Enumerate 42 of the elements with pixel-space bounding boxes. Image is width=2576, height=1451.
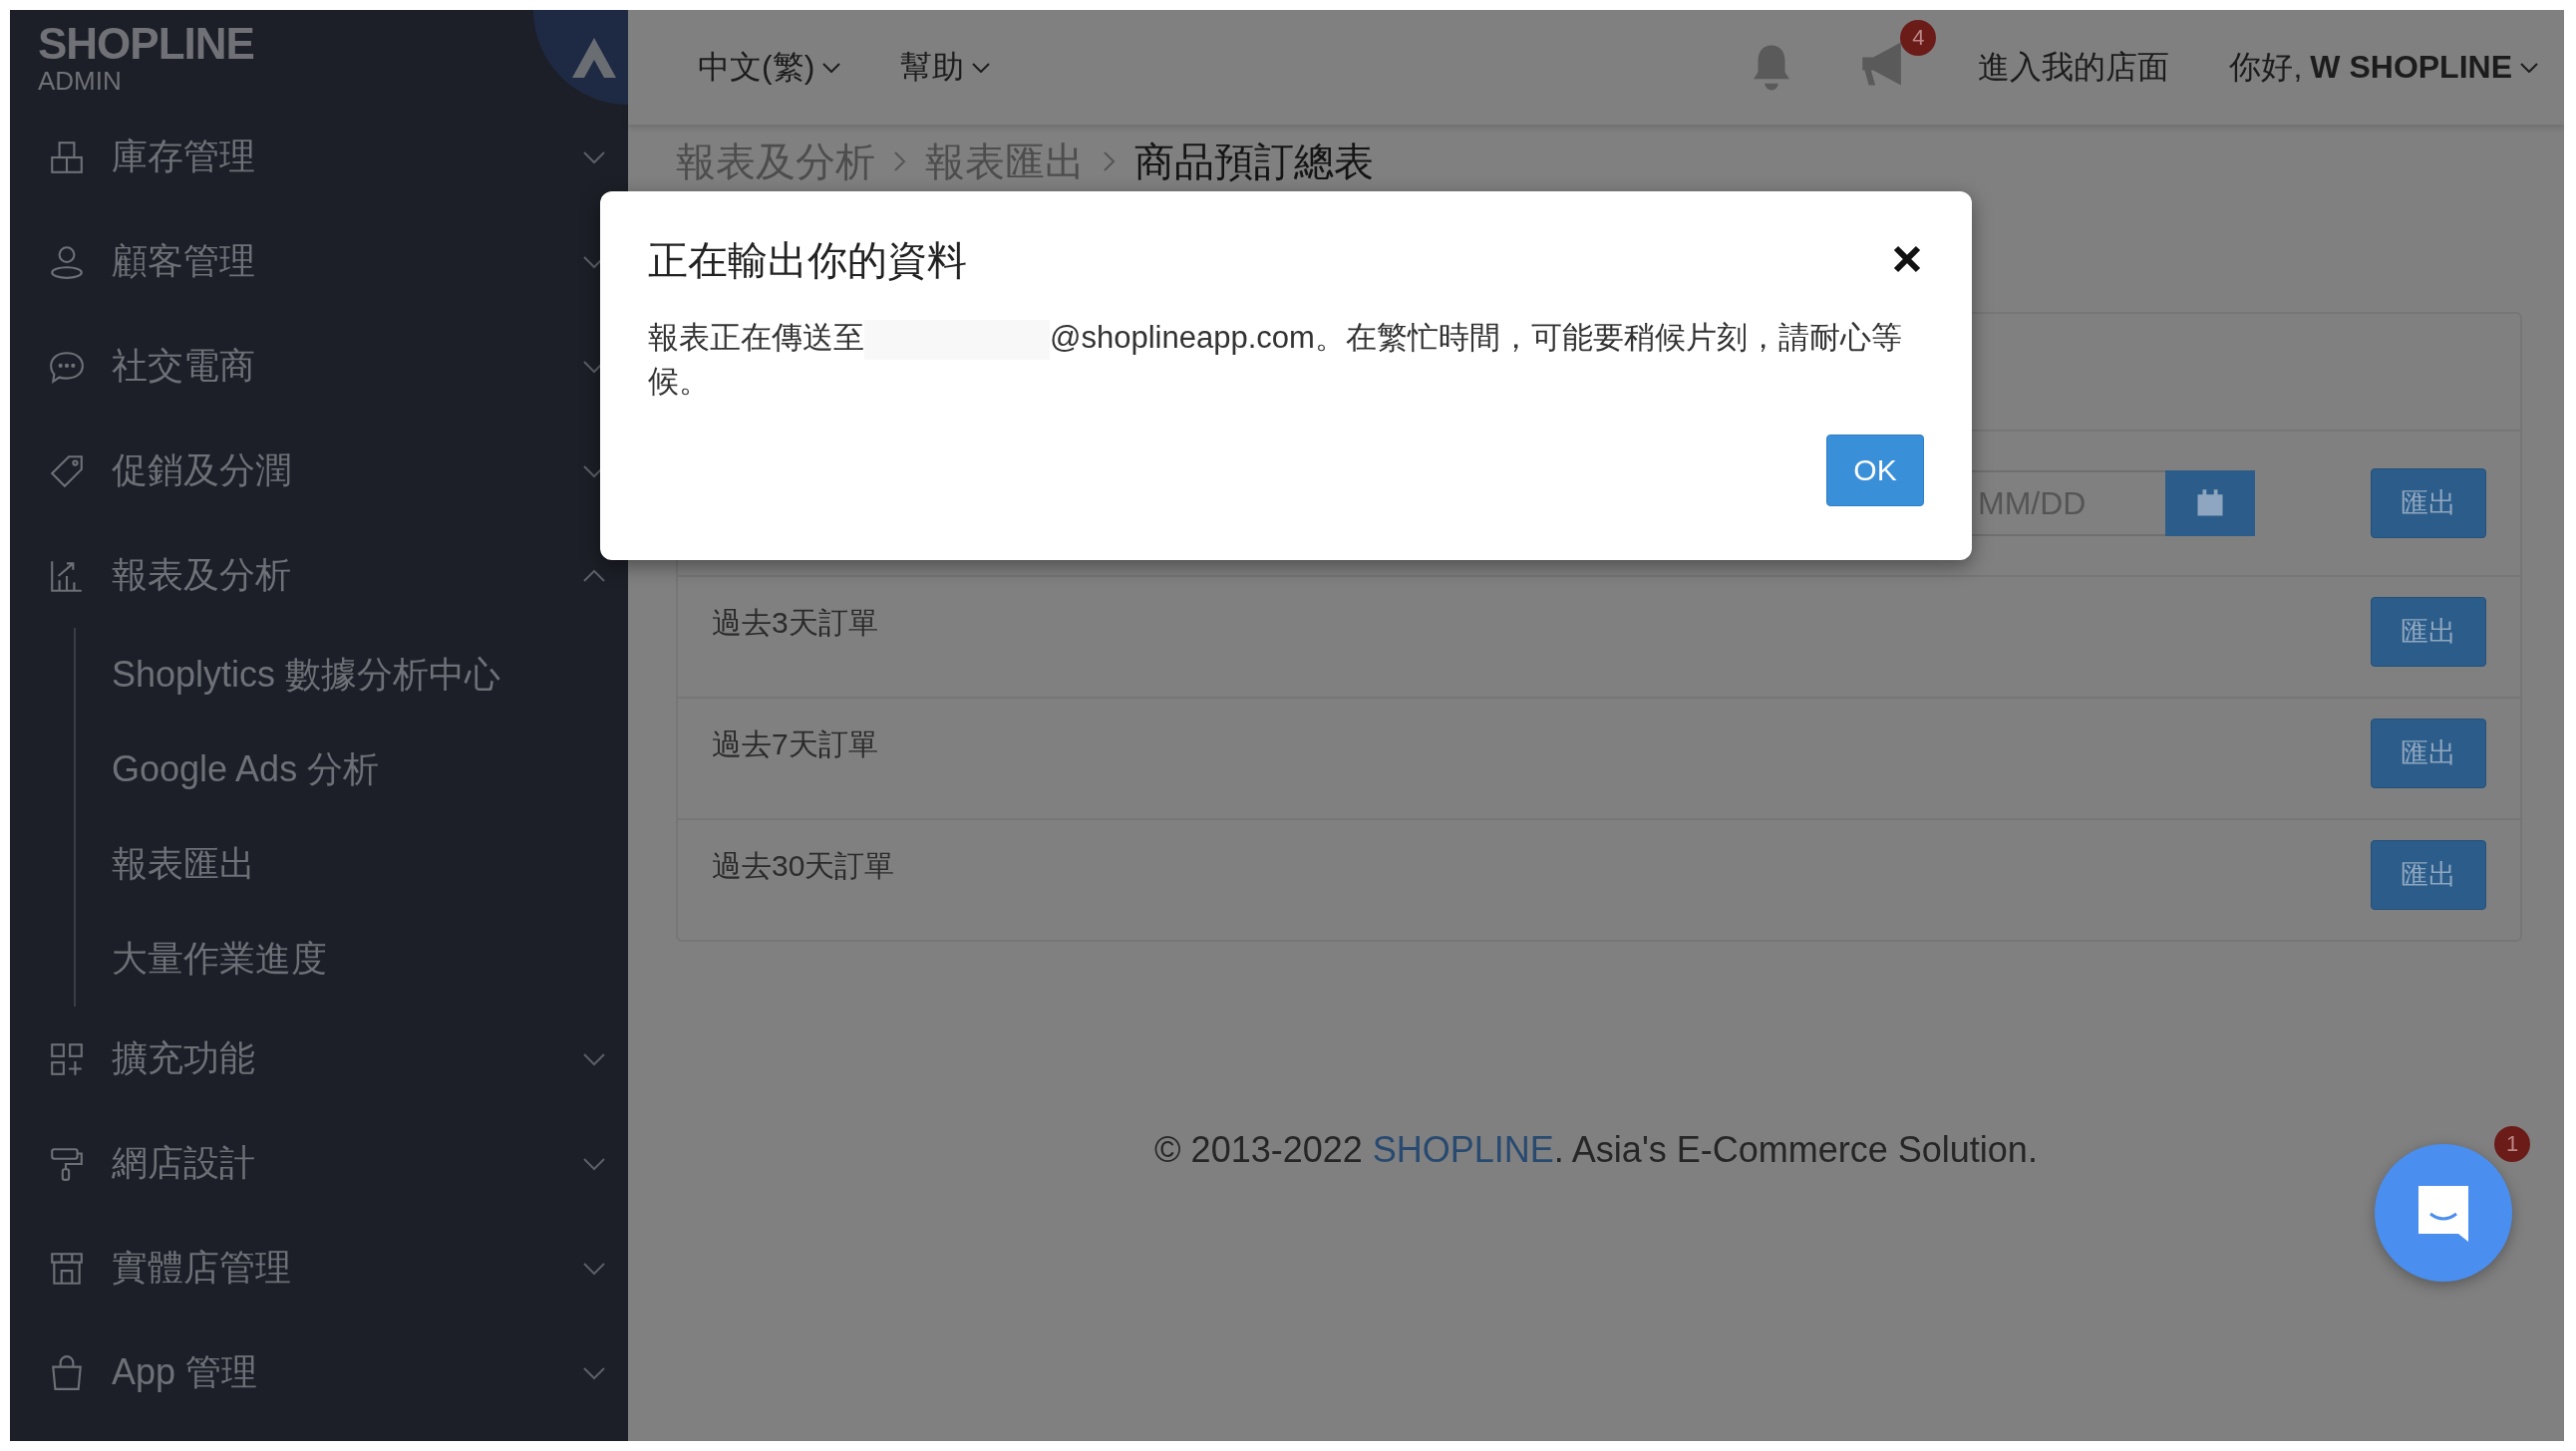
logo-subtitle: ADMIN	[38, 68, 123, 94]
sidebar-item[interactable]: App 管理	[10, 1320, 628, 1425]
ok-button[interactable]: OK	[1826, 434, 1924, 506]
user-menu[interactable]: 你好, W SHOPLINE	[2229, 45, 2538, 90]
chevron-right-icon	[1103, 150, 1117, 172]
caret-icon	[972, 62, 991, 73]
export-button[interactable]: 匯出	[2371, 468, 2486, 538]
sidebar-item[interactable]: 報表及分析	[10, 523, 628, 628]
export-button[interactable]: 匯出	[2371, 597, 2486, 667]
language-dropdown[interactable]: 中文(繁)	[698, 45, 841, 90]
sidebar-item[interactable]: 促銷及分潤	[10, 419, 628, 523]
store-link[interactable]: 進入我的店面	[1978, 45, 2170, 90]
sidebar-item[interactable]: 擴充功能	[10, 1007, 628, 1111]
brand-logo: SHOPLINE	[38, 22, 254, 66]
notification-badge: 4	[1900, 19, 1937, 56]
sidebar-item[interactable]: 社交電商	[10, 314, 628, 419]
row-label: 過去3天訂單	[712, 605, 879, 641]
breadcrumb-item: 商品預訂總表	[1134, 138, 1374, 185]
dialog-message: 報表正在傳送至 @shoplineapp.com。在繁忙時間，可能要稍候片刻，請耐心等候。	[648, 318, 1903, 401]
row-label: 過去30天訂單	[712, 848, 896, 884]
sidebar-item[interactable]: 庫存管理	[10, 105, 628, 209]
caret-icon	[2520, 62, 2538, 73]
dialog-title: 正在輸出你的資料	[648, 237, 967, 284]
chat-badge: 1	[2494, 1126, 2530, 1162]
chat-bubble-icon	[2418, 1186, 2468, 1242]
submenu-item[interactable]: 大量作業進度	[112, 912, 628, 1007]
caret-icon	[822, 62, 841, 73]
sidebar-item[interactable]: 網店設計	[10, 1111, 628, 1216]
submenu-item[interactable]: Google Ads 分析	[112, 723, 628, 817]
export-button[interactable]: 匯出	[2371, 840, 2486, 910]
submenu-item[interactable]: Shoplytics 數據分析中心	[112, 628, 628, 723]
footer-link[interactable]: SHOPLINE	[1372, 1129, 1554, 1170]
calendar-icon	[2195, 488, 2225, 518]
footer-text: © 2013-2022 SHOPLINE. Asia's E-Commerce Solution.	[1154, 1129, 2038, 1171]
help-dropdown[interactable]: 幫助	[900, 45, 991, 90]
calendar-button[interactable]	[2165, 470, 2255, 536]
chevron-right-icon	[893, 150, 907, 172]
sidebar-item[interactable]: 實體店管理	[10, 1216, 628, 1320]
export-button[interactable]: 匯出	[2371, 719, 2486, 788]
submenu-item[interactable]: 報表匯出	[112, 817, 628, 912]
sidebar-item[interactable]: 顧客管理	[10, 209, 628, 314]
row-label: 過去7天訂單	[712, 726, 879, 762]
